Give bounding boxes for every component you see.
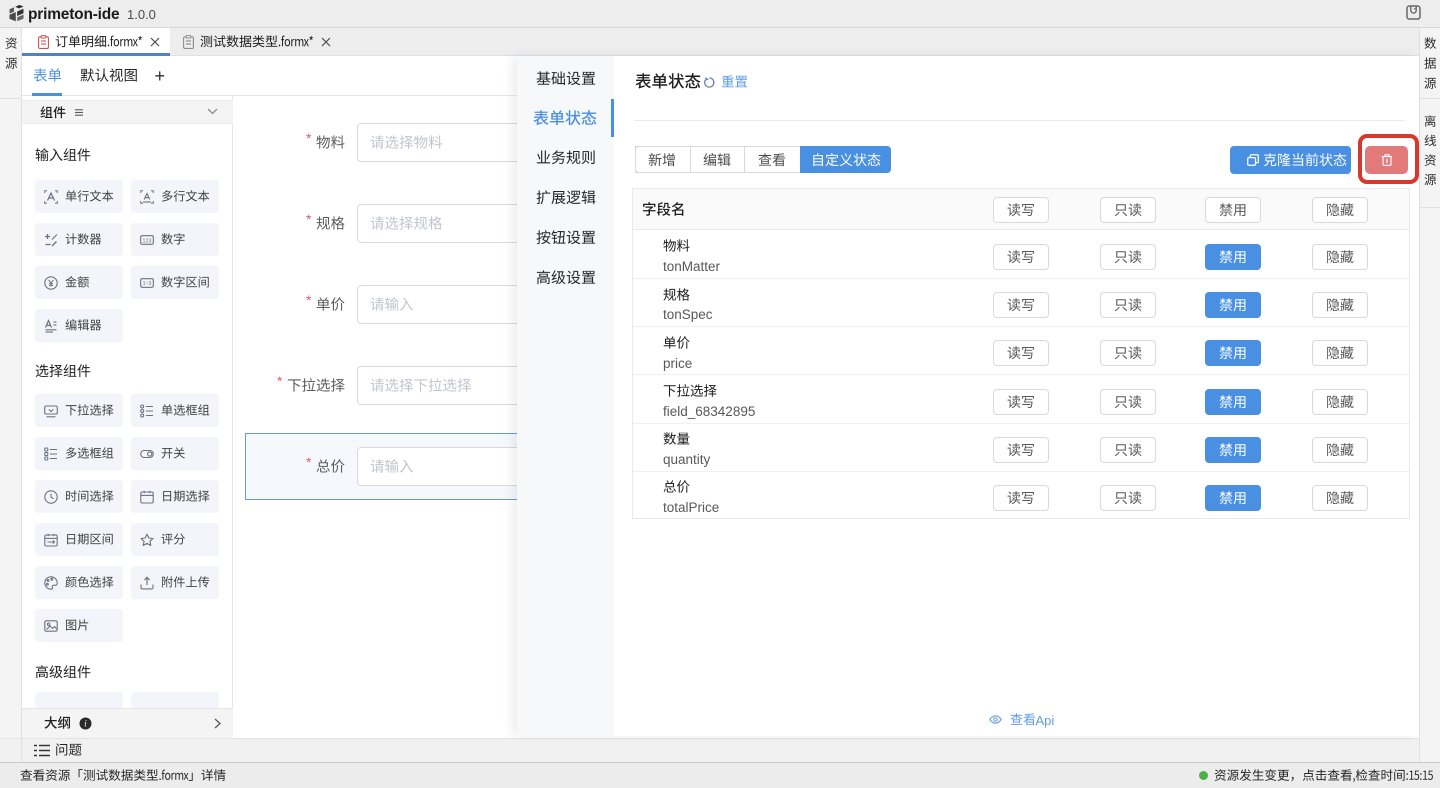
svg-text:123: 123 [143,238,152,244]
svg-text:1~3: 1~3 [143,281,152,287]
